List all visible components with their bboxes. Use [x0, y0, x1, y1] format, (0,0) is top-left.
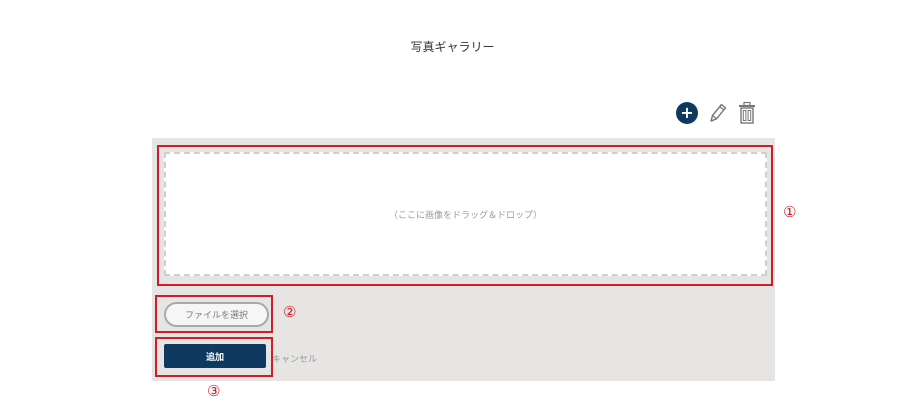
- annotation-marker-2: ②: [283, 303, 297, 321]
- cancel-link[interactable]: キャンセル: [272, 352, 317, 365]
- trash-icon[interactable]: [736, 101, 758, 125]
- annotation-box-1: [157, 145, 773, 286]
- annotation-marker-3: ③: [207, 382, 221, 400]
- page-title: 写真ギャラリー: [410, 40, 495, 54]
- annotation-box-2: [155, 295, 273, 333]
- pencil-icon[interactable]: [706, 101, 728, 125]
- add-button[interactable]: +: [676, 102, 698, 124]
- annotation-box-3: [155, 337, 273, 377]
- plus-circle-icon: +: [680, 103, 694, 122]
- gallery-toolbar: +: [676, 100, 758, 126]
- annotation-marker-1: ①: [783, 203, 797, 221]
